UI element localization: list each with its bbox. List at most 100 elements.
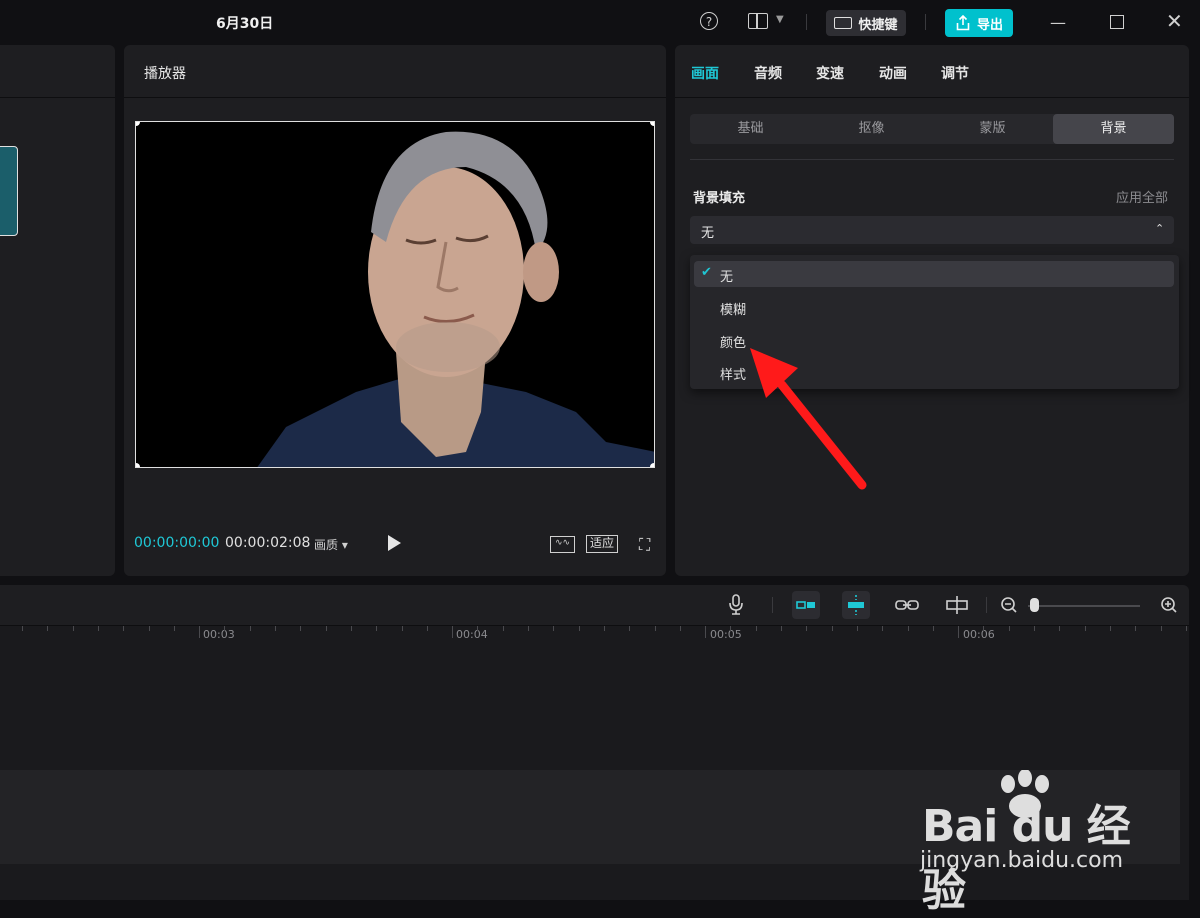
ruler-tick (1008, 626, 1010, 631)
magnet-icon (796, 601, 815, 609)
timecode-total: 00:00:02:08 (225, 535, 311, 551)
player-panel: 播放器 00:00:00:00 00:00:02:08 画质 ▾ ∿∿ 适应 ⛶ (124, 45, 666, 576)
ruler-tick (224, 626, 226, 631)
ruler-tick (47, 626, 49, 631)
timecode-current: 00:00:00:00 (134, 535, 220, 551)
ruler-tick (275, 626, 276, 631)
ruler-tick (831, 626, 833, 631)
video-clip[interactable] (0, 146, 18, 236)
play-icon[interactable] (388, 535, 401, 551)
ruler-tick (1084, 626, 1086, 631)
ruler-tick (730, 626, 732, 631)
ruler-tick (907, 626, 909, 631)
ruler-tick (781, 626, 782, 631)
tab-picture[interactable]: 画面 (691, 63, 719, 83)
divider (690, 159, 1174, 160)
maximize-icon[interactable] (1110, 15, 1124, 29)
ruler-tick (958, 626, 960, 638)
subtab-cutout[interactable]: 抠像 (811, 114, 932, 144)
apply-all-button[interactable]: 应用全部 (1116, 187, 1168, 206)
ruler-tick (1034, 626, 1035, 631)
ruler-tick (249, 626, 251, 631)
fit-button[interactable]: 适应 (586, 535, 618, 553)
main-track-magnet-button[interactable] (792, 591, 820, 619)
ruler-tick (983, 626, 985, 631)
auto-snap-button[interactable] (842, 591, 870, 619)
ruler-tick (1109, 626, 1111, 631)
microphone-icon[interactable] (728, 594, 744, 616)
ruler-label: 00:06 (963, 628, 995, 641)
zoom-slider-handle[interactable] (1030, 598, 1039, 612)
ruler-tick (882, 626, 884, 631)
ruler-tick (654, 626, 656, 631)
tab-adjust[interactable]: 调节 (941, 63, 969, 83)
ruler-tick (629, 626, 631, 631)
shortcut-button[interactable]: 快捷键 (826, 10, 906, 36)
resize-handle[interactable] (650, 463, 654, 467)
option-none[interactable]: ✔ 无 (694, 261, 1174, 287)
timeline-toolbar (0, 585, 1189, 625)
tab-speed[interactable]: 变速 (816, 63, 844, 83)
help-icon[interactable]: ? (700, 12, 718, 30)
ruler-label: 00:05 (710, 628, 742, 641)
ruler-tick (401, 626, 403, 631)
option-blur[interactable]: 模糊 (694, 294, 1174, 320)
video-frame-image (136, 122, 654, 467)
option-label: 模糊 (720, 303, 747, 318)
ruler-tick (376, 626, 378, 631)
export-button[interactable]: 导出 (945, 9, 1013, 37)
divider (772, 597, 773, 613)
quality-dropdown[interactable]: 画质 ▾ (314, 536, 348, 553)
video-preview[interactable] (135, 121, 655, 468)
ruler-tick (325, 626, 327, 631)
title-bar: 6月30日 ? ▼ 快捷键 导出 — ✕ (0, 0, 1200, 44)
minimize-icon[interactable]: — (1050, 13, 1066, 32)
ruler-label: 00:03 (203, 628, 235, 641)
select-value: 无 (701, 226, 715, 241)
ruler-tick (300, 626, 302, 631)
ruler-tick (603, 626, 605, 631)
divider (925, 14, 926, 30)
ruler-tick (1059, 626, 1061, 631)
background-fill-select[interactable]: 无 ⌃ (690, 216, 1174, 244)
subtab-basic[interactable]: 基础 (690, 114, 811, 144)
ruler-tick (173, 626, 175, 631)
option-label: 无 (720, 270, 734, 285)
panel-divider (675, 97, 1189, 98)
divider (986, 597, 987, 613)
snap-icon (848, 595, 864, 615)
ruler-tick (705, 626, 707, 638)
ruler-tick (426, 626, 428, 631)
split-preview-icon[interactable] (945, 595, 969, 615)
ruler-tick (350, 626, 352, 631)
layout-icon[interactable] (748, 13, 768, 29)
zoom-slider[interactable] (1028, 605, 1140, 607)
ruler-tick (97, 626, 99, 631)
export-icon (956, 15, 970, 31)
close-icon[interactable]: ✕ (1166, 9, 1183, 33)
link-icon[interactable] (895, 596, 919, 614)
tab-animation[interactable]: 动画 (879, 63, 907, 83)
zoom-in-icon[interactable] (1160, 596, 1178, 614)
resize-handle[interactable] (650, 122, 654, 126)
ruler-tick (1135, 626, 1137, 631)
ruler-tick (22, 626, 23, 631)
ruler-tick (553, 626, 555, 631)
subtab-mask[interactable]: 蒙版 (932, 114, 1053, 144)
ruler-tick (578, 626, 580, 631)
watermark: Bai du 经验 jingyan.baidu.com (920, 770, 1160, 916)
subtab-background[interactable]: 背景 (1053, 114, 1174, 144)
waveform-icon[interactable]: ∿∿ (550, 536, 575, 553)
fullscreen-icon[interactable]: ⛶ (639, 535, 650, 555)
watermark-url: jingyan.baidu.com (920, 848, 1124, 873)
ruler-tick (72, 626, 74, 631)
media-panel (0, 45, 115, 576)
check-icon: ✔ (701, 265, 712, 280)
zoom-out-icon[interactable] (1000, 596, 1018, 614)
resize-handle[interactable] (136, 463, 140, 467)
tab-audio[interactable]: 音频 (754, 63, 782, 83)
shortcut-label: 快捷键 (858, 17, 898, 33)
chevron-down-icon[interactable]: ▼ (776, 14, 784, 25)
ruler-tick (199, 626, 201, 638)
chevron-up-icon: ⌃ (1155, 222, 1165, 235)
